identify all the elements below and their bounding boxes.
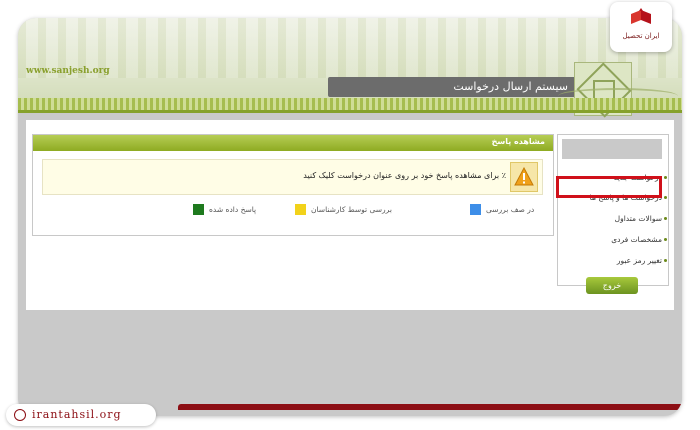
badge-text: ایران تحصیل [622,32,660,40]
brand-badge: ایران تحصیل [610,2,672,52]
warning-triangle-icon [514,167,534,186]
bullet-icon [664,259,667,262]
book-logo-icon [631,8,651,24]
sidebar-header [562,139,662,159]
watermark-text: irantahsil.org [32,408,122,421]
bullet-icon [664,217,667,220]
page-title: سیستم ارسال درخواست [453,80,568,93]
legend-swatch-review [295,204,306,215]
main-area: مشاهده پاسخ ٪ برای مشاهده پاسخ خود بر رو… [26,120,674,310]
site-url[interactable]: www.sanjesh.org [26,66,110,76]
title-bar: سیستم ارسال درخواست [328,77,578,97]
footer-bar [178,404,682,410]
info-text: ٪ برای مشاهده پاسخ خود بر روی عنوان درخو… [303,171,506,180]
sidebar-item-faq[interactable]: سوالات متداول [614,214,667,223]
highlight-box [556,176,662,198]
legend-label-answered: پاسخ داده شده [209,205,257,214]
browser-frame: www.sanjesh.org سیستم ارسال درخواست مشاه… [18,18,682,416]
bullet-icon [664,238,667,241]
bullet-icon [664,196,667,199]
watermark: irantahsil.org [6,404,156,426]
panel-title: مشاهده پاسخ [491,137,545,146]
sidebar-item-label: مشخصات فردی [611,235,662,244]
bullet-icon [664,176,667,179]
response-panel: مشاهده پاسخ ٪ برای مشاهده پاسخ خود بر رو… [32,134,554,236]
header-stripe [18,98,682,110]
site-header: www.sanjesh.org سیستم ارسال درخواست [18,18,682,118]
sidebar-item-profile[interactable]: مشخصات فردی [611,235,667,244]
header-stripe-line [18,110,682,113]
sidebar-menu: درخواست جدید درخواست ها و پاسخ ها سوالات… [557,134,669,286]
status-legend: در صف بررسی بررسی توسط کارشناسان پاسخ دا… [33,201,553,219]
logout-button[interactable]: خروج [586,277,638,294]
info-box: ٪ برای مشاهده پاسخ خود بر روی عنوان درخو… [42,159,543,195]
legend-label-review: بررسی توسط کارشناسان [311,205,392,214]
sidebar-item-label: تغییر رمز عبور [616,256,662,265]
sidebar-item-label: سوالات متداول [614,214,662,223]
sidebar-item-change-password[interactable]: تغییر رمز عبور [616,256,667,265]
globe-icon [14,409,26,421]
warning-icon [510,162,538,192]
legend-label-queue: در صف بررسی [486,205,535,214]
legend-swatch-queue [470,204,481,215]
panel-header: مشاهده پاسخ [33,135,553,151]
legend-swatch-answered [193,204,204,215]
page-background [18,310,682,410]
